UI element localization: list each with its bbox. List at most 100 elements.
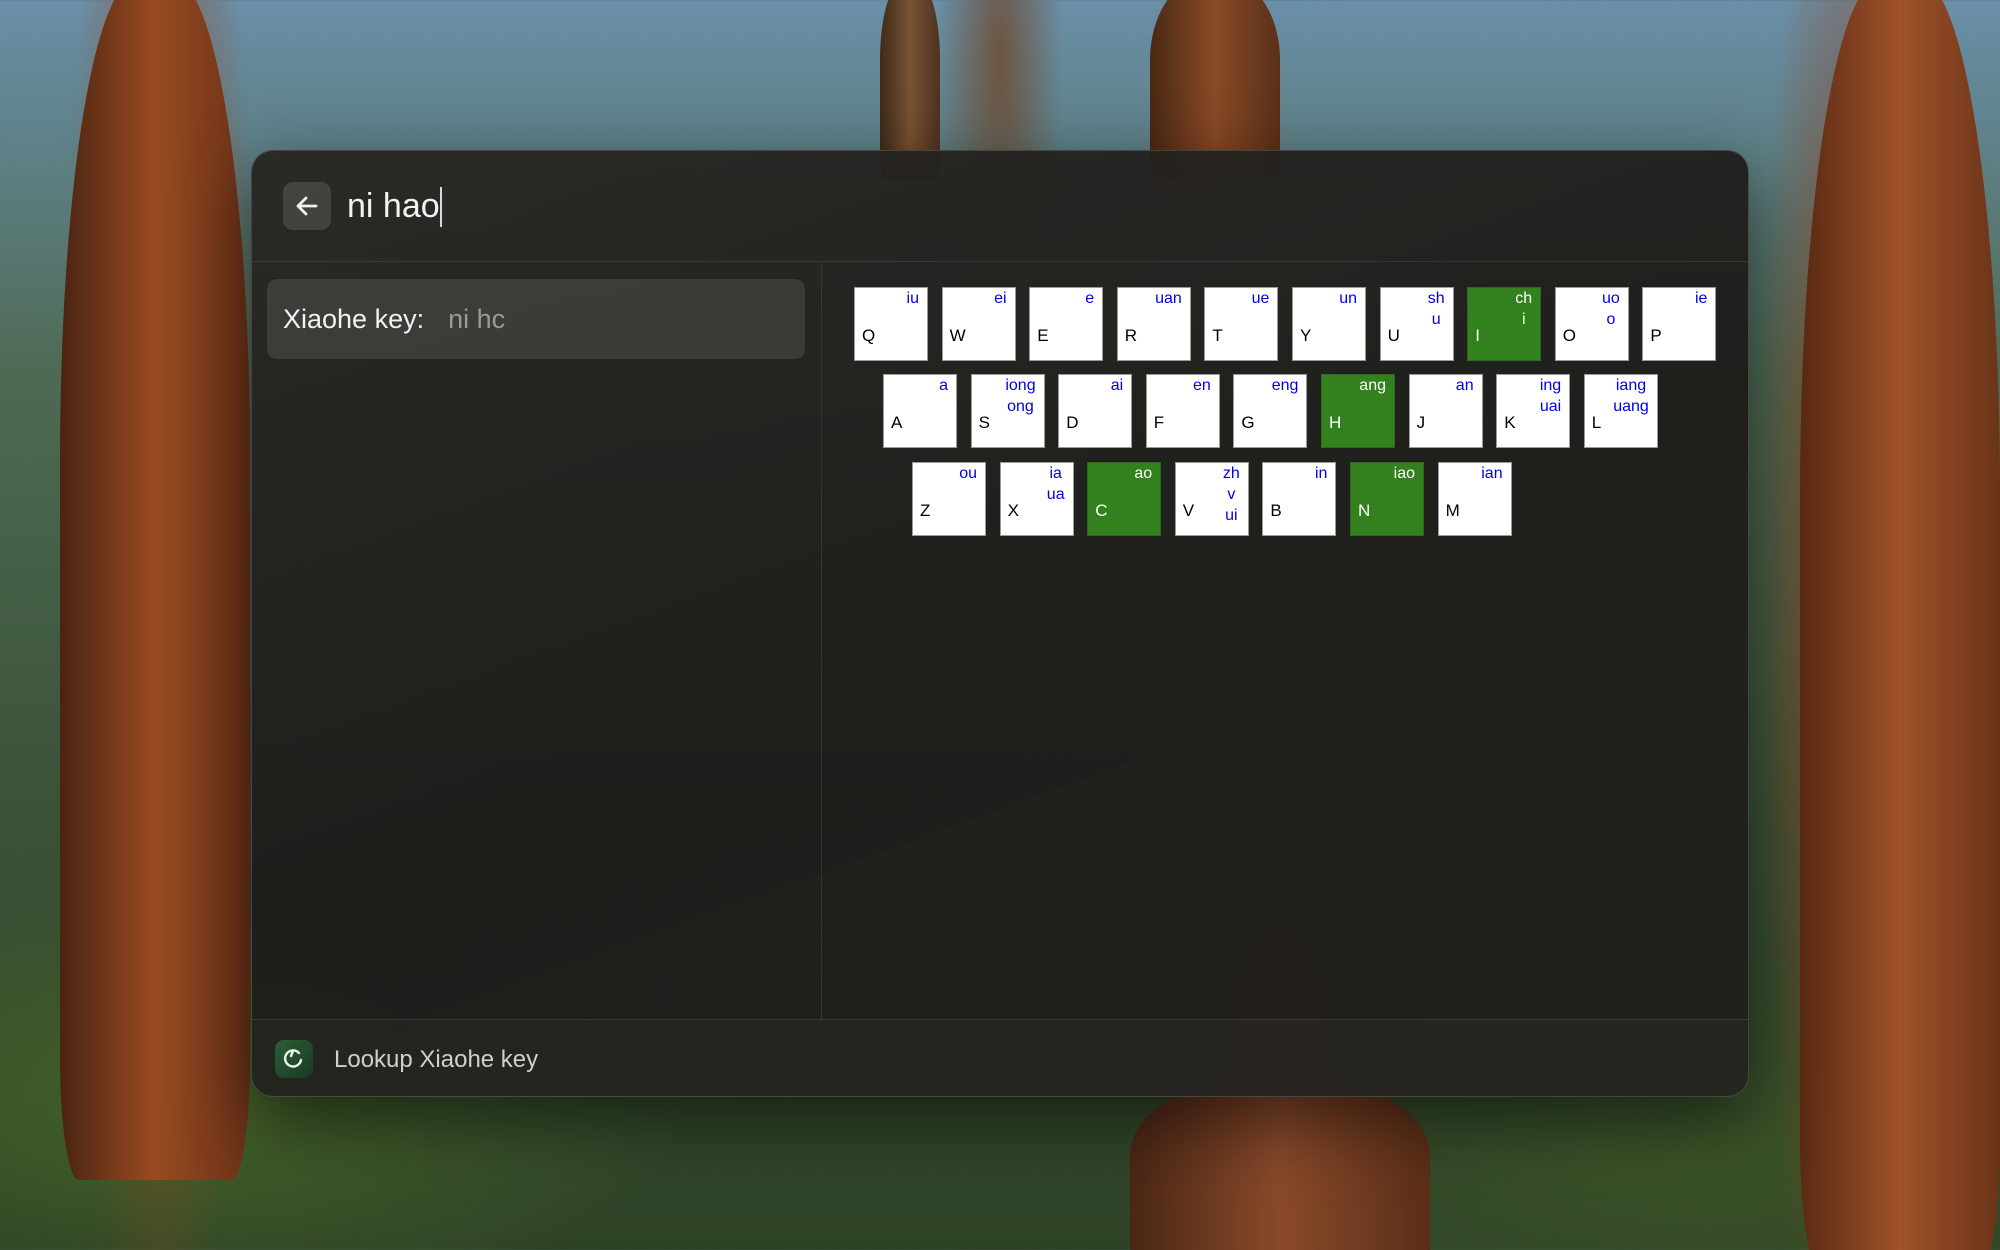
key-final: ing [1539, 377, 1562, 394]
key-letter: V [1182, 501, 1195, 520]
key-finals: zh v ui [1223, 463, 1240, 526]
key-a: aA [883, 374, 957, 448]
key-finals: uan [1155, 288, 1182, 309]
search-bar [252, 151, 1748, 262]
key-final: ai [1110, 377, 1124, 394]
key-finals: ang [1359, 375, 1386, 396]
key-final: sh [1427, 290, 1445, 307]
key-x: ia ua X [999, 462, 1074, 536]
key-letter: D [1066, 413, 1079, 432]
search-input[interactable] [347, 179, 1247, 233]
result-item-xiaohe-key[interactable]: Xiaohe key: ni hc [267, 279, 805, 359]
key-i: ch i I [1467, 287, 1542, 361]
key-letter: L [1591, 413, 1602, 432]
key-q: iu Q [854, 287, 928, 361]
key-n: iao N [1350, 462, 1424, 536]
key-s: iong ong S [970, 374, 1045, 448]
key-letter: Z [920, 501, 931, 520]
key-letter: U [1387, 326, 1400, 345]
key-finals: ao [1134, 463, 1152, 484]
key-final: o [1606, 311, 1616, 328]
key-final: v [1227, 486, 1236, 503]
key-final: uang [1613, 398, 1649, 415]
swirl-icon [284, 1049, 303, 1068]
key-finals: ai [1111, 375, 1123, 396]
key-final: ei [994, 290, 1007, 307]
key-final: ue [1251, 290, 1270, 307]
key-final: i [1521, 311, 1526, 328]
key-letter: W [949, 326, 966, 345]
key-letter: T [1212, 326, 1223, 345]
key-final: ao [1134, 465, 1153, 482]
key-final: iao [1393, 465, 1415, 482]
key-c: ao C [1087, 462, 1162, 536]
key-final: e [1085, 290, 1095, 307]
key-letter: X [1007, 501, 1019, 520]
key-final: ia [1049, 465, 1062, 482]
key-m: ian M [1437, 462, 1512, 536]
key-finals: iu [907, 288, 919, 309]
key-finals: iong ong [1005, 375, 1035, 417]
key-letter: H [1329, 413, 1342, 432]
key-finals: ia ua [1047, 463, 1065, 505]
key-finals: ing uai [1540, 375, 1561, 417]
back-button[interactable] [283, 182, 331, 230]
tree-trunk [1130, 1080, 1430, 1250]
key-r: uan R [1116, 287, 1191, 361]
xiaohe-extension-icon [275, 1040, 313, 1078]
key-final: iang [1615, 377, 1647, 394]
key-letter: A [891, 413, 903, 432]
key-letter: C [1095, 501, 1108, 520]
key-finals: ch i [1515, 288, 1532, 330]
key-letter: Y [1300, 326, 1312, 345]
key-letter: G [1241, 413, 1255, 432]
key-finals: iao [1394, 463, 1415, 484]
key-j: an J [1408, 374, 1483, 448]
launcher-window: Xiaohe key: ni hc iuQeiWeEuanRueTunYshuU… [251, 150, 1749, 1097]
key-u: sh u U [1379, 287, 1454, 361]
key-letter: J [1416, 413, 1426, 432]
key-finals: eng [1272, 375, 1299, 396]
key-z: ou Z [912, 462, 986, 536]
key-finals: ie [1695, 288, 1707, 309]
key-final: en [1193, 377, 1211, 394]
key-l: iang uang L [1583, 374, 1658, 448]
key-t: ue T [1204, 287, 1279, 361]
key-final: iong [1005, 377, 1036, 394]
key-final: ong [1007, 398, 1034, 415]
key-final: uai [1539, 398, 1562, 415]
tree-trunk [60, 0, 250, 1180]
results-list: Xiaohe key: ni hc [252, 262, 822, 1020]
key-letter: N [1358, 501, 1371, 520]
key-final: an [1455, 377, 1474, 394]
key-final: ua [1046, 486, 1065, 503]
tree-trunk [1800, 0, 2000, 1250]
key-h: ang H [1321, 374, 1395, 448]
key-final: uan [1155, 290, 1182, 307]
key-finals: ei [994, 288, 1006, 309]
key-final: un [1339, 290, 1357, 307]
key-final: ch [1515, 290, 1533, 307]
key-finals: in [1315, 463, 1327, 484]
key-finals: an [1456, 375, 1474, 396]
key-final: uo [1602, 290, 1620, 307]
key-e: eE [1029, 287, 1104, 361]
key-letter: I [1475, 326, 1480, 345]
key-letter: R [1124, 326, 1138, 345]
key-b: in B [1262, 462, 1337, 536]
key-finals: sh u [1428, 288, 1445, 330]
key-final: a [939, 377, 948, 394]
arrow-left-icon [296, 196, 318, 216]
key-finals: iang uang [1613, 375, 1649, 417]
key-finals: a [939, 375, 948, 396]
key-finals: ou [959, 463, 977, 484]
key-final: iu [906, 290, 919, 307]
key-finals: en [1193, 375, 1211, 396]
result-value: ni hc [448, 303, 506, 334]
key-f: en F [1145, 374, 1220, 448]
key-letter: K [1504, 413, 1516, 432]
key-finals: uo o [1602, 288, 1620, 330]
key-g: eng G [1233, 374, 1308, 448]
key-finals: un [1339, 288, 1357, 309]
key-w: ei W [941, 287, 1016, 361]
